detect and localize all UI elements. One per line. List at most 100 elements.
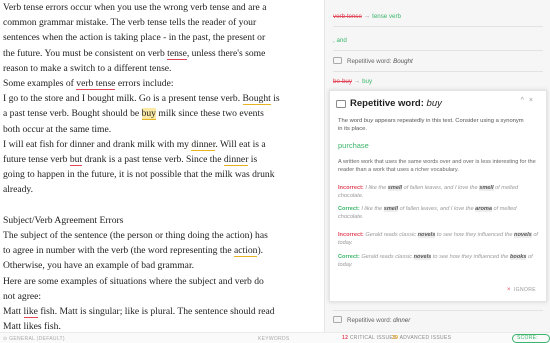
advanced-issues-count[interactable]: 39 ADVANCED ISSUES [392, 335, 451, 341]
divider [333, 71, 543, 72]
document-line: already. [3, 182, 318, 197]
text-segment: Here are some examples of situations whe… [3, 275, 264, 287]
arrow-icon: → [363, 13, 371, 20]
suggestion-purchase[interactable]: purchase [338, 141, 369, 150]
card-message: The word buy appears repeatedly in this … [338, 118, 524, 132]
flagged-word[interactable]: buy [141, 108, 156, 121]
flagged-word[interactable]: tense [167, 47, 187, 60]
document-line: Otherwise, you have an example of bad gr… [3, 258, 318, 273]
text-segment: to agree in number with the verb (the wo… [3, 245, 234, 257]
flagged-word[interactable]: dinner [223, 154, 249, 167]
text-segment: is [248, 154, 258, 166]
document-line: a past tense verb. Bought should be buy … [3, 106, 318, 121]
text-segment: Subject/Verb Agreement Errors [3, 214, 124, 226]
example-incorrect-2: Incorrect: Gerald reads classic novels t… [338, 232, 538, 246]
text-segment: . Will eat is a [215, 138, 266, 150]
text-segment: the future. You must be consistent on ve… [3, 47, 168, 59]
replacement-text: buy [362, 78, 373, 85]
flagged-word[interactable]: Bought [242, 93, 271, 106]
critical-issues-count[interactable]: 12 CRITICAL ISSUES [342, 335, 397, 341]
issue-card-repetitive-buy: Repetitive word: buy ^× The word buy app… [329, 90, 547, 302]
text-segment: fish. [41, 321, 61, 332]
text-segment: both occur at the same time. [3, 123, 112, 135]
score-badge: SCORE: 48 [512, 334, 550, 343]
document-line: both occur at the same time. [3, 122, 318, 137]
flagged-word[interactable]: but [69, 154, 83, 167]
example-correct-1: Correct: I like the smell of fallen leav… [338, 206, 517, 220]
text-segment: I go to the store and I bought milk. Go … [3, 93, 243, 105]
document-editor[interactable]: Verb tense errors occur when you use the… [0, 0, 318, 332]
divider [333, 50, 543, 51]
text-segment: Matt [3, 306, 24, 318]
document-line: Verb tense errors occur when you use the… [3, 0, 318, 15]
deleted-text: be-buy [333, 78, 352, 85]
text-segment: fish. Matt is singular; like is plural. … [37, 306, 275, 318]
issues-panel: verb tense → tense verb , and Repetitive w… [324, 0, 550, 332]
document-line: the future. You must be consistent on ve… [3, 46, 318, 61]
text-segment: a past tense verb. Bought should be [3, 108, 142, 120]
replacement-text: , and [333, 37, 347, 44]
issue-row-repetitive-bought[interactable]: Repetitive word: Bought [333, 54, 543, 69]
text-segment: sentences when the action is taking plac… [3, 32, 266, 44]
style-issue-icon [336, 100, 346, 108]
document-line: future tense verb but drank is a past te… [3, 152, 318, 167]
text-segment: going to happen in the future, it is not… [3, 169, 275, 181]
document-line: I go to the store and I bought milk. Go … [3, 91, 318, 106]
document-line: Some examples of verb tense errors inclu… [3, 76, 318, 91]
document-line: reason to make a switch to a different t… [3, 61, 318, 76]
divider [333, 26, 543, 27]
issue-label: Repetitive word: [347, 317, 392, 324]
document-line: Subject/Verb Agreement Errors [3, 213, 318, 228]
document-line: Matt like fish. Matt is singular; like i… [3, 304, 318, 319]
example-incorrect-1: Incorrect: I like the smell of fallen le… [338, 185, 519, 199]
style-issue-icon [333, 56, 342, 64]
document-line: Here are some examples of situations whe… [3, 274, 318, 289]
writing-goal-selector[interactable]: ⊙ GENERAL (DEFAULT) [3, 336, 65, 342]
text-segment: Otherwise, you have an example of bad gr… [3, 260, 195, 272]
text-segment: already. [3, 184, 34, 196]
collapse-icon[interactable]: ^ [521, 97, 529, 104]
text-segment: reason to make a switch to a different t… [3, 62, 172, 74]
flagged-word[interactable]: action [233, 245, 258, 258]
text-segment: future tense verb [3, 154, 70, 166]
document-line: Matt likes fish. [3, 319, 318, 332]
text-segment: I will eat fish for dinner and drank mil… [3, 138, 192, 150]
issue-row-repetitive-dinner[interactable]: Repetitive word: dinner [333, 313, 543, 328]
document-line: The subject of the sentence (the person … [3, 228, 318, 243]
text-segment: milk since these two events [155, 108, 264, 120]
flagged-word[interactable]: likes [23, 321, 42, 332]
style-issue-icon [333, 315, 342, 323]
issue-row-comma[interactable]: , and [333, 33, 543, 48]
text-segment: Some examples of [3, 78, 77, 90]
flagged-word[interactable]: dinner [191, 138, 216, 151]
text-segment: Verb tense errors occur when you use the… [3, 2, 267, 13]
replacement-text: tense verb [372, 13, 401, 20]
document-line: to agree in number with the verb (the wo… [3, 243, 318, 258]
document-line: not agree: [3, 289, 318, 304]
card-controls[interactable]: ^× [521, 97, 538, 104]
document-line: common grammar mistake. The verb tense t… [3, 15, 318, 30]
text-segment: drank is a past tense verb. Since the [82, 154, 224, 166]
issue-row-buy[interactable]: be-buy → buy [333, 74, 543, 89]
card-explanation: A written work that uses the same words … [338, 159, 536, 173]
close-icon[interactable]: × [529, 97, 538, 104]
text-segment: common grammar mistake. The verb tense t… [3, 17, 257, 29]
document-line: I will eat fish for dinner and drank mil… [3, 137, 318, 152]
keywords-tab[interactable]: KEYWORDS [258, 336, 290, 342]
card-title: Repetitive word: buy [350, 98, 442, 109]
ignore-button[interactable]: × IGNORE [507, 287, 536, 293]
example-correct-2: Correct: Gerald reads classic novels to … [338, 254, 533, 268]
text-segment: is [270, 93, 280, 105]
text-segment: errors include: [115, 78, 174, 90]
flagged-word[interactable]: like [23, 306, 38, 319]
card-word: buy [426, 98, 442, 109]
flagged-word[interactable]: verb tense [76, 78, 116, 91]
issue-word: Bought [393, 58, 413, 65]
document-line: sentences when the action is taking plac… [3, 30, 318, 45]
divider [333, 310, 543, 311]
text-segment: , unless there's some [186, 47, 266, 59]
issue-word: dinner [393, 317, 411, 324]
text-segment: not agree: [3, 290, 42, 302]
issue-row-verb-tense[interactable]: verb tense → tense verb [333, 9, 543, 24]
text-segment: The subject of the sentence (the person … [3, 230, 268, 242]
